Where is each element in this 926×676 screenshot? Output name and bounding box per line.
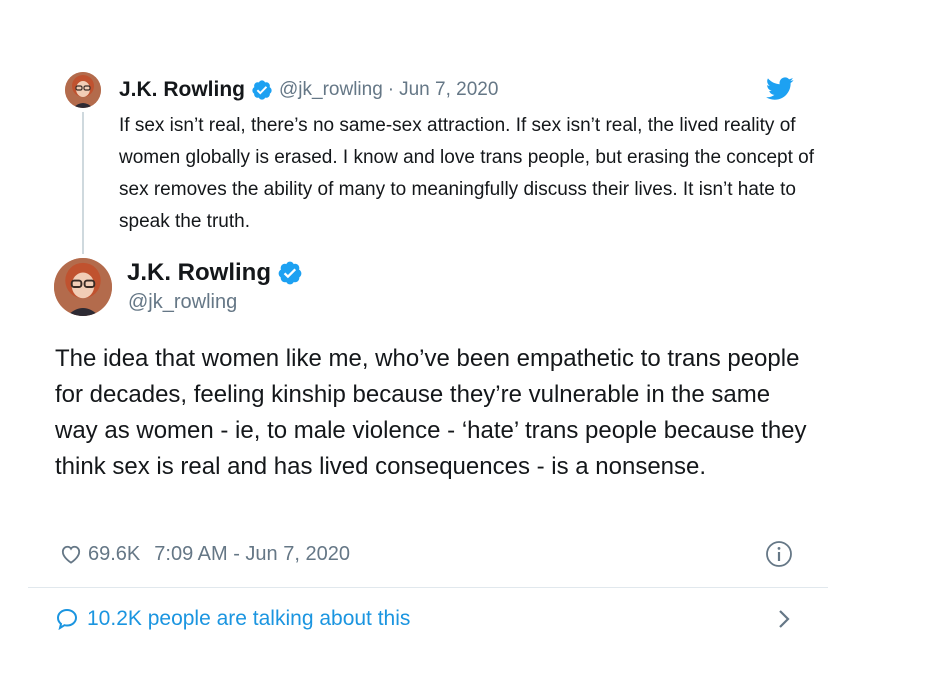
chevron-right-icon[interactable] [775, 607, 793, 631]
parent-author-handle[interactable]: @jk_rowling [279, 79, 383, 101]
main-author-name[interactable]: J.K. Rowling [127, 259, 271, 287]
verified-badge-icon [252, 80, 272, 100]
info-icon[interactable] [765, 540, 793, 568]
thread-connector-line [82, 112, 84, 254]
parent-avatar[interactable] [65, 72, 101, 108]
tweet-timestamp[interactable]: 7:09 AM - Jun 7, 2020 [154, 543, 350, 566]
main-author-handle[interactable]: @jk_rowling [128, 291, 237, 314]
parent-tweet-text: If sex isn’t real, there’s no same-sex a… [119, 115, 814, 232]
heart-icon[interactable] [60, 544, 82, 564]
conversation-link[interactable]: 10.2K people are talking about this [55, 604, 410, 634]
main-avatar[interactable] [54, 258, 112, 316]
main-author-row: J.K. Rowling [127, 259, 303, 287]
avatar-portrait-icon [65, 72, 101, 108]
conversation-label[interactable]: 10.2K people are talking about this [87, 607, 410, 631]
like-count[interactable]: 69.6K [88, 543, 140, 566]
parent-tweet-date[interactable]: Jun 7, 2020 [399, 79, 498, 101]
footer-divider [28, 587, 828, 588]
verified-badge-icon [278, 261, 302, 285]
speech-bubble-icon [56, 608, 78, 631]
main-tweet-text: The idea that women like me, who’ve been… [55, 345, 807, 480]
header-separator: · [387, 79, 395, 100]
parent-author-name[interactable]: J.K. Rowling [119, 78, 245, 102]
tweet-meta-row: 69.6K 7:09 AM - Jun 7, 2020 [60, 540, 350, 568]
twitter-bird-icon[interactable] [766, 77, 794, 101]
tweet-embed: J.K. Rowling @jk_rowling · Jun 7, 2020 I… [0, 0, 926, 676]
avatar-portrait-icon [54, 258, 112, 316]
parent-tweet-header: J.K. Rowling @jk_rowling · Jun 7, 2020 [119, 77, 498, 103]
